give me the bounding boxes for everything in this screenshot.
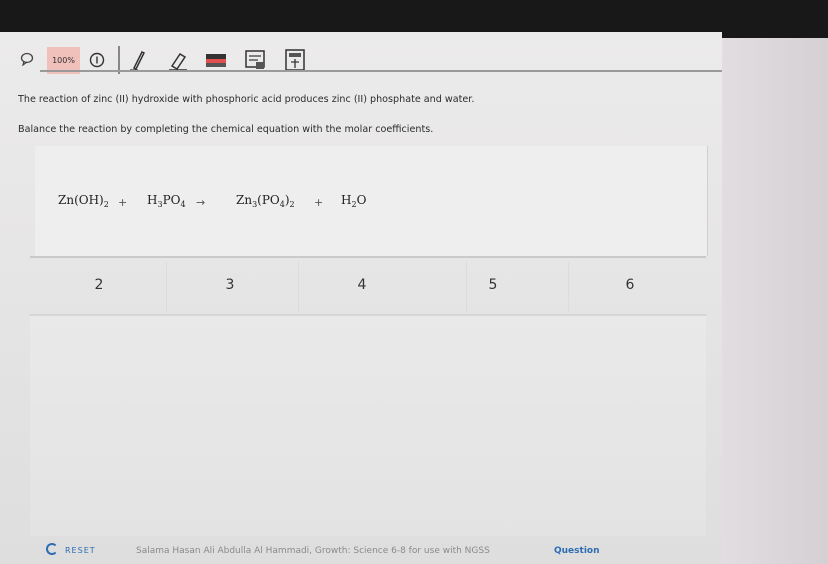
plus-sign: + [118,196,128,209]
answer-area [30,316,706,536]
comment-icon[interactable] [20,52,34,66]
equation-panel [35,146,708,256]
screen-icon[interactable] [244,49,266,71]
toolbar-underline [40,70,722,72]
reset-icon[interactable] [46,543,58,555]
product-zinc-phosphate: Zn3(PO4)2 [236,193,295,209]
plus-sign: + [314,196,324,209]
divider [30,256,706,258]
divider [298,262,299,312]
question-intro: The reaction of zinc (II) hydroxide with… [18,94,475,105]
reactant-zinc-hydroxide: Zn(OH)2 [58,193,109,209]
highlighter-icon[interactable] [205,52,227,70]
coefficient-option[interactable]: 5 [473,277,513,293]
reaction-arrow: → [196,196,206,209]
coefficient-option[interactable]: 2 [79,277,119,293]
coefficient-option[interactable]: 4 [342,277,382,293]
coefficient-option[interactable]: 3 [210,277,250,293]
question-link[interactable]: Question [554,546,600,556]
eraser-icon[interactable] [166,48,190,72]
divider [166,262,167,312]
divider [568,262,569,312]
toolbar [0,36,722,72]
question-instruction: Balance the reaction by completing the c… [18,124,434,135]
divider [466,262,467,312]
zoom-in-icon[interactable] [89,52,105,68]
pen-icon[interactable] [128,48,150,72]
reactant-phosphoric-acid: H3PO4 [147,193,186,209]
right-bezel [722,38,828,564]
reset-button[interactable]: RESET [65,546,96,555]
credit-line: Salama Hasan Ali Abdulla Al Hammadi, Gro… [136,546,490,556]
product-water: H2O [341,193,367,209]
coefficient-option[interactable]: 6 [610,277,650,293]
calculator-icon[interactable] [285,49,305,71]
